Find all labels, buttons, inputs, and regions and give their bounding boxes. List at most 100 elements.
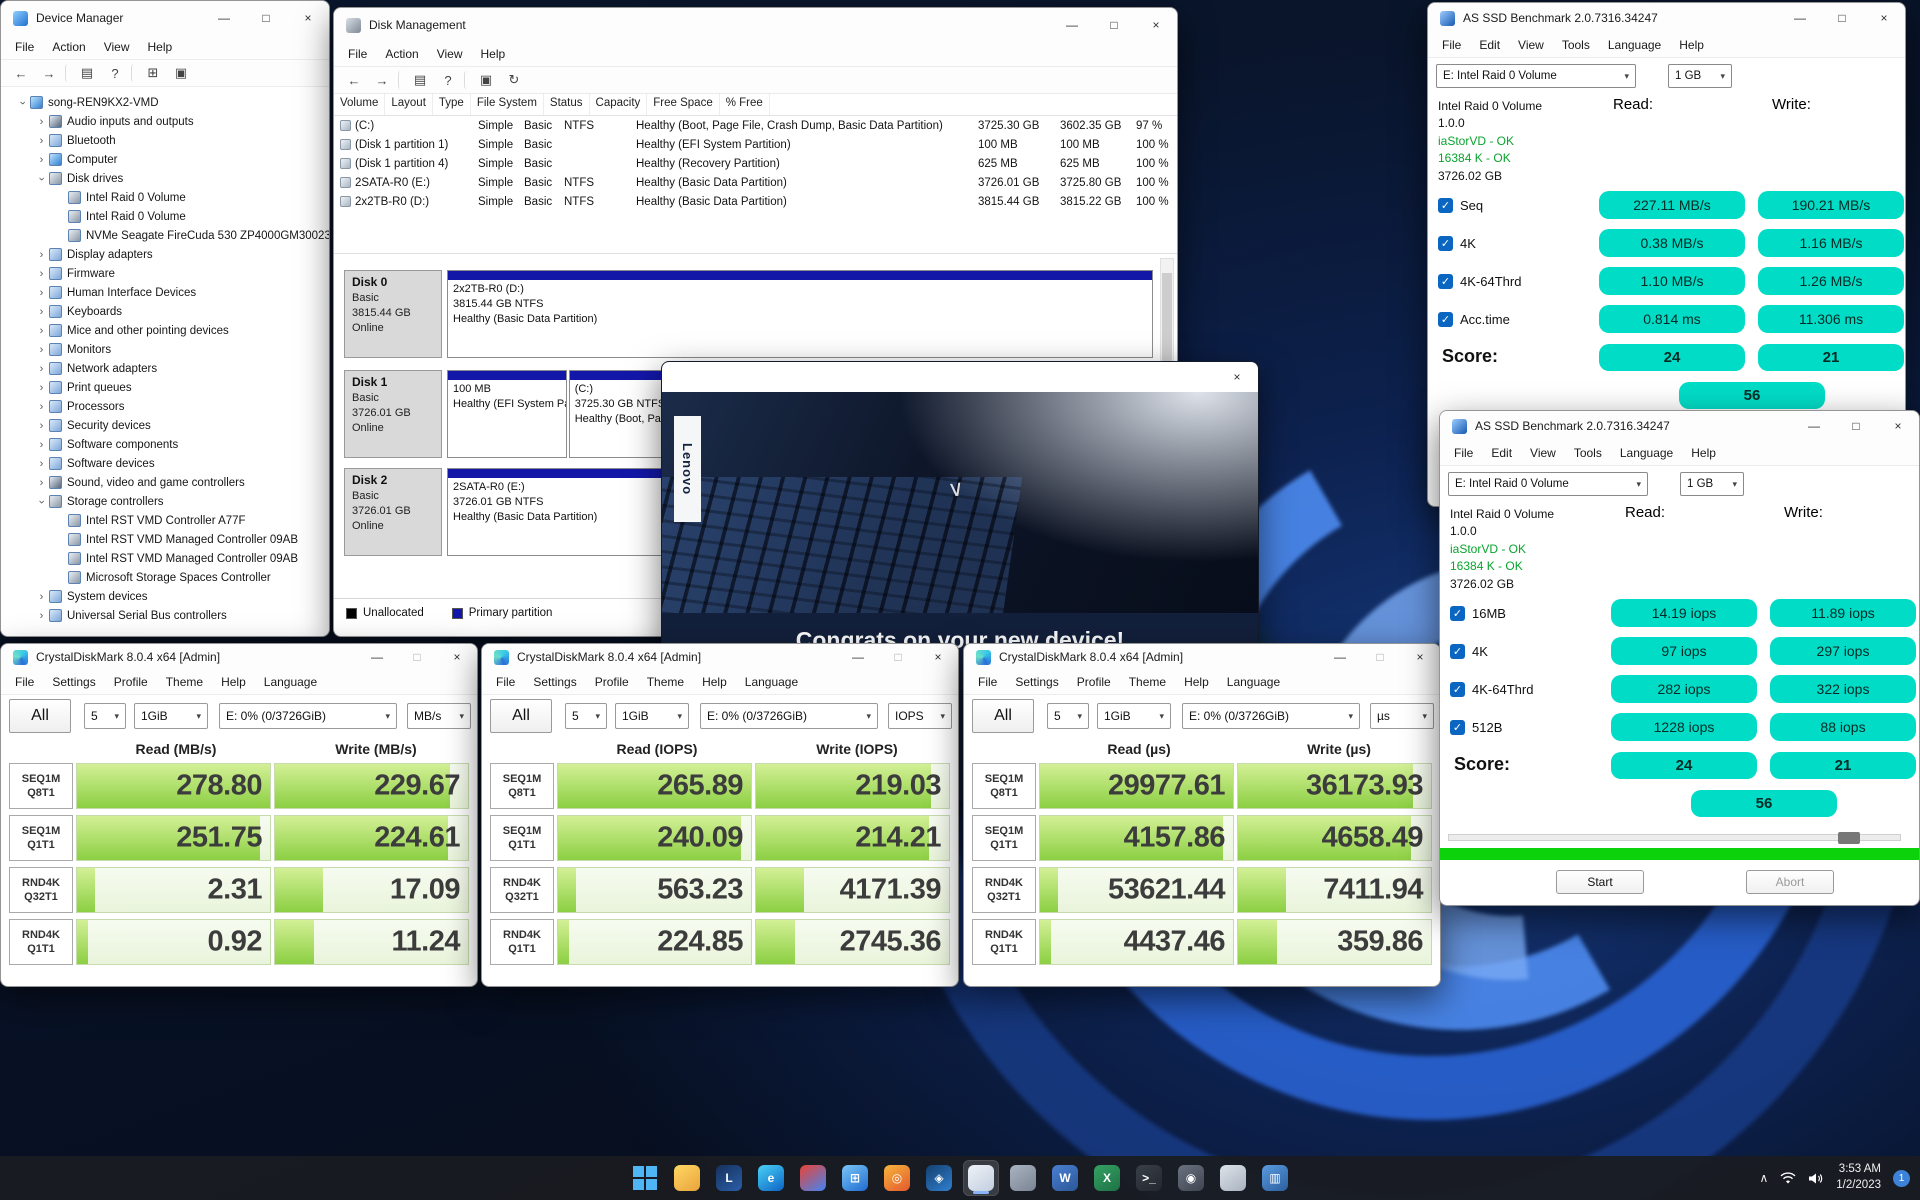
chevron-icon[interactable]: › (34, 306, 49, 318)
tree-item[interactable]: › Print queues (1, 378, 329, 397)
volume-row[interactable]: 2SATA-R0 (E:) Simple Basic NTFS Healthy … (334, 173, 1177, 192)
menu-item[interactable]: Tools (1566, 443, 1610, 463)
taskbar-chrome[interactable] (795, 1160, 831, 1196)
close-button[interactable]: × (918, 644, 958, 670)
checkbox-checked-icon[interactable]: ✓ (1450, 606, 1465, 621)
column-header[interactable]: Capacity (590, 94, 648, 115)
menu-item[interactable]: Language (256, 672, 325, 692)
tree-item[interactable]: › NVMe Seagate FireCuda 530 ZP4000GM3002… (1, 226, 329, 245)
close-button[interactable]: × (287, 1, 329, 35)
minimize-button[interactable]: — (1320, 644, 1360, 670)
test-count-select[interactable]: 5▾ (84, 703, 126, 729)
close-button[interactable]: × (437, 644, 477, 670)
menu-item[interactable]: File (970, 672, 1005, 692)
separator[interactable] (131, 64, 137, 82)
test-button[interactable]: SEQ1MQ8T1 (972, 763, 1036, 809)
volume-row[interactable]: (Disk 1 partition 4) Simple Basic Health… (334, 154, 1177, 173)
menu-item[interactable]: Edit (1483, 443, 1520, 463)
menu-item[interactable]: Profile (106, 672, 156, 692)
start-button[interactable] (627, 1160, 663, 1196)
menu-item[interactable]: View (429, 44, 471, 64)
test-button[interactable]: RND4KQ32T1 (9, 867, 73, 913)
close-button[interactable]: × (1877, 411, 1919, 441)
drive-select[interactable]: E: Intel Raid 0 Volume▾ (1448, 472, 1648, 496)
tree-item[interactable]: › Display adapters (1, 245, 329, 264)
disk-1-info[interactable]: Disk 1 Basic 3726.01 GB Online (344, 370, 442, 458)
chevron-icon[interactable]: › (34, 458, 49, 470)
taskbar-file-explorer[interactable] (669, 1160, 705, 1196)
notification-badge[interactable]: 1 (1893, 1170, 1910, 1187)
minimize-button[interactable]: — (357, 644, 397, 670)
taskbar-excel[interactable]: X (1089, 1160, 1125, 1196)
menu-item[interactable]: Help (473, 44, 514, 64)
refresh-icon[interactable]: ↻ (502, 69, 526, 91)
checkbox-checked-icon[interactable]: ✓ (1438, 312, 1453, 327)
menu-item[interactable]: Theme (158, 672, 211, 692)
chevron-icon[interactable]: › (34, 477, 49, 489)
back-icon[interactable]: ← (342, 69, 366, 91)
checkbox-checked-icon[interactable]: ✓ (1438, 274, 1453, 289)
maximize-button[interactable]: □ (245, 1, 287, 35)
menu-item[interactable]: File (1446, 443, 1481, 463)
menu-item[interactable]: Tools (1554, 35, 1598, 55)
menu-item[interactable]: Help (1671, 35, 1712, 55)
volume-row[interactable]: (Disk 1 partition 1) Simple Basic Health… (334, 135, 1177, 154)
test-button[interactable]: SEQ1MQ1T1 (490, 815, 554, 861)
checkbox-checked-icon[interactable]: ✓ (1450, 682, 1465, 697)
test-button[interactable]: RND4KQ1T1 (972, 919, 1036, 965)
help-icon[interactable]: ? (436, 69, 460, 91)
minimize-button[interactable]: — (203, 1, 245, 35)
chevron-icon[interactable]: › (34, 363, 49, 375)
tree-item[interactable]: › Sound, video and game controllers (1, 473, 329, 492)
chevron-icon[interactable]: › (34, 439, 49, 451)
drive-select[interactable]: E: Intel Raid 0 Volume▾ (1436, 64, 1636, 88)
tree-item[interactable]: › Software devices (1, 454, 329, 473)
maximize-button[interactable]: □ (1835, 411, 1877, 441)
menu-item[interactable]: View (1510, 35, 1552, 55)
forward-icon[interactable]: → (37, 62, 61, 84)
help-icon[interactable]: ? (103, 62, 127, 84)
test-button[interactable]: RND4KQ1T1 (490, 919, 554, 965)
chevron-icon[interactable]: › (34, 135, 49, 147)
tree-item[interactable]: › Intel RST VMD Managed Controller 09AB (1, 549, 329, 568)
taskbar-task-manager[interactable]: ▥ (1257, 1160, 1293, 1196)
tree-item[interactable]: › Mice and other pointing devices (1, 321, 329, 340)
menu-item[interactable]: Settings (1007, 672, 1066, 692)
chevron-icon[interactable]: › (34, 382, 49, 394)
tree-item[interactable]: › song-REN9KX2-VMD (1, 93, 329, 112)
menu-item[interactable]: Help (213, 672, 254, 692)
tree-item[interactable]: › Human Interface Devices (1, 283, 329, 302)
unit-select[interactable]: µs▾ (1370, 703, 1434, 729)
slider-thumb[interactable] (1838, 832, 1860, 844)
taskbar-settings[interactable] (1005, 1160, 1041, 1196)
test-count-select[interactable]: 5▾ (1047, 703, 1089, 729)
properties-icon[interactable]: ▣ (169, 62, 193, 84)
tree-item[interactable]: › Intel Raid 0 Volume (1, 188, 329, 207)
menu-item[interactable]: Theme (1121, 672, 1174, 692)
menu-item[interactable]: Language (1612, 443, 1681, 463)
menu-item[interactable]: View (96, 37, 138, 57)
partition[interactable]: 2x2TB-R0 (D:)3815.44 GB NTFSHealthy (Bas… (447, 270, 1153, 358)
tree-item[interactable]: › Keyboards (1, 302, 329, 321)
menu-item[interactable]: Settings (44, 672, 103, 692)
checkbox-checked-icon[interactable]: ✓ (1450, 644, 1465, 659)
chevron-icon[interactable]: › (36, 494, 48, 509)
tree-item[interactable]: › Audio inputs and outputs (1, 112, 329, 131)
taskbar-lenovo-vantage[interactable]: L (711, 1160, 747, 1196)
test-button[interactable]: SEQ1MQ8T1 (9, 763, 73, 809)
tree-item[interactable]: › Microsoft Storage Spaces Controller (1, 568, 329, 587)
test-button[interactable]: RND4KQ32T1 (490, 867, 554, 913)
column-header[interactable]: Type (433, 94, 471, 115)
menu-item[interactable]: File (340, 44, 375, 64)
menu-item[interactable]: File (7, 37, 42, 57)
test-button[interactable]: SEQ1MQ1T1 (9, 815, 73, 861)
network-icon[interactable] (1780, 1172, 1796, 1185)
test-button[interactable]: RND4KQ1T1 (9, 919, 73, 965)
chevron-icon[interactable]: › (34, 610, 49, 622)
menu-item[interactable]: Help (694, 672, 735, 692)
column-header[interactable]: Volume (334, 94, 385, 115)
tree-item[interactable]: › Monitors (1, 340, 329, 359)
chevron-icon[interactable]: › (34, 344, 49, 356)
tree-item[interactable]: › Security devices (1, 416, 329, 435)
test-size-select[interactable]: 1GiB▾ (615, 703, 689, 729)
